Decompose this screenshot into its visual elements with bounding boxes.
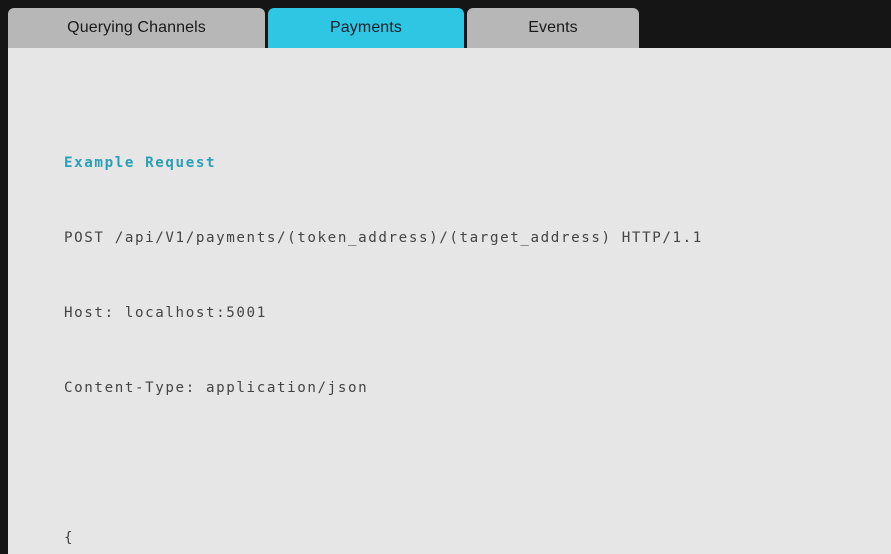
tab-querying-channels-label: Querying Channels [67,19,206,36]
tab-events-label: Events [528,19,578,36]
request-line: POST /api/V1/payments/(token_address)/(t… [64,230,703,246]
tab-events[interactable]: Events [467,8,639,48]
request-body-open-brace: { [64,530,75,546]
tab-querying-channels[interactable]: Querying Channels [8,8,265,48]
request-content-type-header: Content-Type: application/json [64,380,369,396]
request-host-header: Host: localhost:5001 [64,305,267,321]
example-request-heading: Example Request [64,155,217,171]
tab-payments-label: Payments [330,19,402,36]
tab-bar: Querying Channels Payments Events [0,0,891,48]
app-window: Querying Channels Payments Events Exampl… [0,0,891,554]
code-block: Example Request POST /api/V1/payments/(t… [64,76,891,554]
documentation-content: Example Request POST /api/V1/payments/(t… [8,48,891,554]
tab-content-panel: Example Request POST /api/V1/payments/(t… [8,48,891,554]
tab-payments[interactable]: Payments [268,8,464,48]
